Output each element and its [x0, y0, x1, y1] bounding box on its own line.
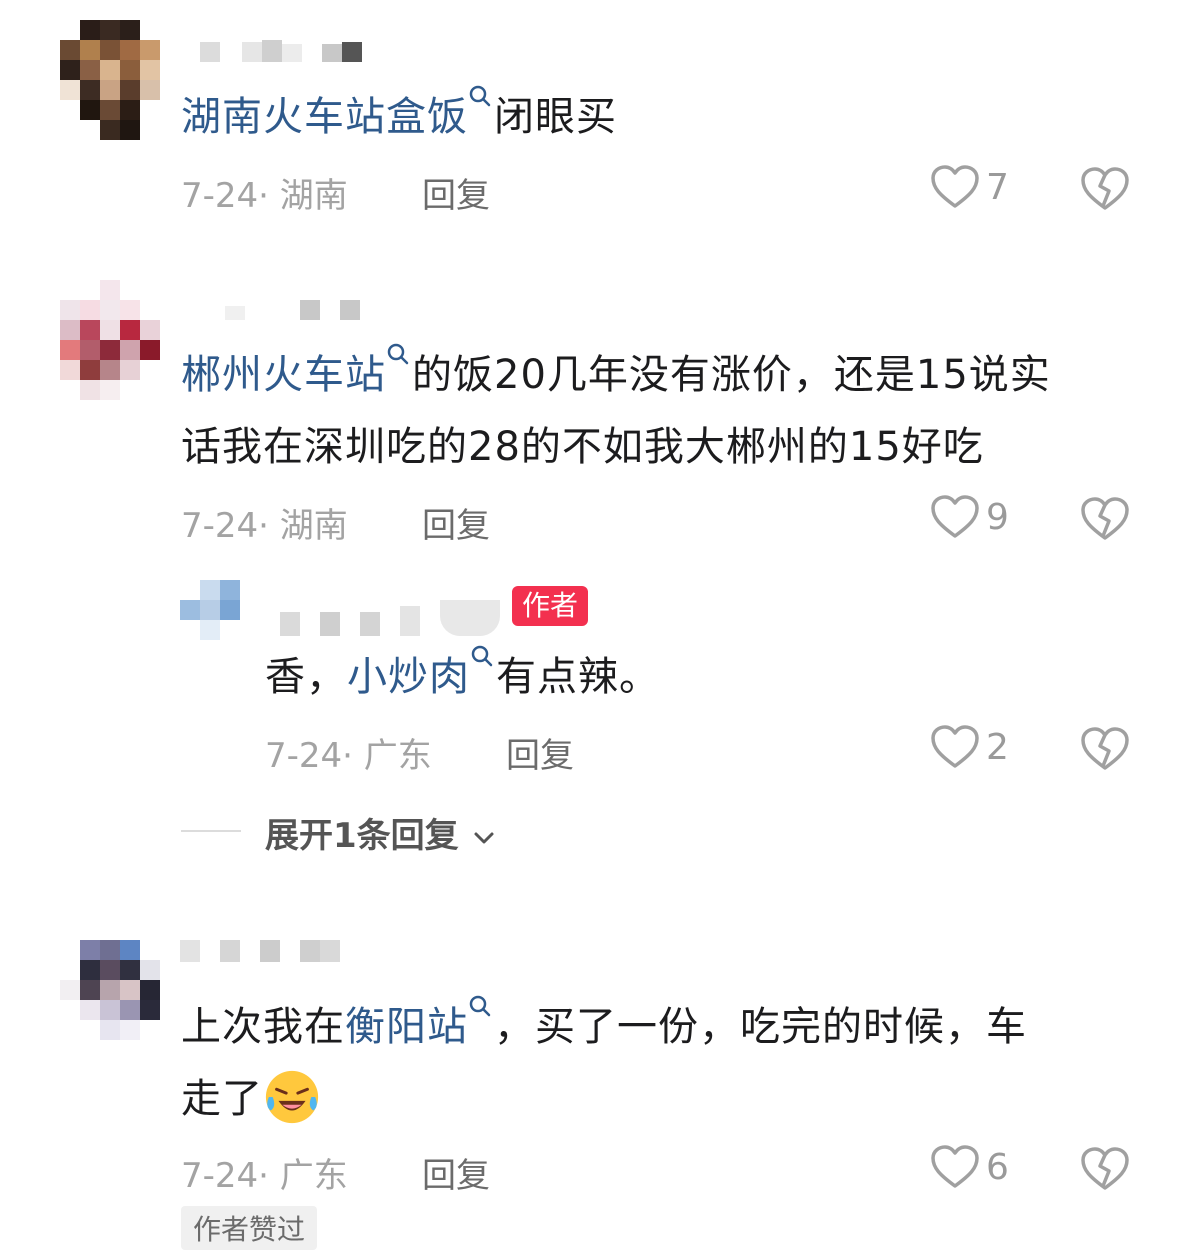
comment-text: 郴州火车站 的饭20几年没有涨价，还是15说实: [181, 340, 1051, 410]
comment-meta: 7-24· 广东: [181, 1156, 348, 1196]
heart-icon: [931, 1145, 979, 1188]
reply-button[interactable]: 回复: [422, 168, 490, 217]
search-link[interactable]: 衡阳站: [345, 995, 494, 1050]
avatar[interactable]: [60, 940, 160, 1040]
username-blurred[interactable]: [280, 600, 500, 636]
chevron-down-icon: [474, 832, 494, 843]
heart-icon: [931, 165, 979, 208]
reply-button[interactable]: 回复: [506, 728, 574, 777]
like-button[interactable]: 9: [930, 494, 1009, 540]
reply-button[interactable]: 回复: [422, 1148, 490, 1197]
like-count: 2: [986, 726, 1009, 768]
comment-meta: 7-24· 湖南: [181, 506, 348, 546]
broken-heart-icon[interactable]: [1080, 496, 1130, 542]
username-blurred[interactable]: [180, 940, 340, 962]
comment-text: 上次我在衡阳站 ，买了一份，吃完的时候，车: [181, 992, 1027, 1062]
search-icon: [468, 82, 494, 122]
like-button[interactable]: 2: [930, 724, 1009, 770]
search-link[interactable]: 湖南火车站盒饭: [181, 85, 494, 140]
username-blurred[interactable]: [225, 300, 360, 320]
avatar[interactable]: [60, 280, 160, 400]
like-button[interactable]: 7: [930, 164, 1009, 210]
like-count: 9: [986, 496, 1009, 538]
reply-text: 香，小炒肉 有点辣。: [265, 642, 660, 712]
like-count: 6: [986, 1146, 1009, 1188]
search-icon: [386, 340, 412, 380]
broken-heart-icon[interactable]: [1080, 1146, 1130, 1192]
like-count: 7: [986, 166, 1009, 208]
laughing-crying-emoji: [265, 1070, 319, 1124]
comment-text-line2: 走了: [181, 1064, 321, 1134]
reply-button[interactable]: 回复: [422, 498, 490, 547]
search-icon: [468, 992, 494, 1032]
like-button[interactable]: 6: [930, 1144, 1009, 1190]
username-blurred[interactable]: [200, 40, 362, 62]
search-icon: [470, 642, 496, 682]
heart-icon: [931, 725, 979, 768]
divider: [181, 830, 241, 832]
heart-icon: [931, 495, 979, 538]
comment-text-line2: 话我在深圳吃的28的不如我大郴州的15好吃: [181, 424, 984, 470]
avatar[interactable]: [60, 20, 160, 140]
author-liked-tag: 作者赞过: [181, 1206, 318, 1250]
author-badge: 作者: [512, 586, 589, 626]
avatar-author[interactable]: [180, 580, 240, 640]
comment-meta: 7-24· 湖南: [181, 176, 348, 216]
comment-meta: 7-24· 广东: [265, 736, 432, 776]
expand-replies-button[interactable]: 展开1条回复: [265, 808, 497, 857]
broken-heart-icon[interactable]: [1080, 726, 1130, 772]
search-link[interactable]: 郴州火车站: [181, 343, 412, 398]
search-link[interactable]: 小炒肉: [347, 645, 496, 700]
broken-heart-icon[interactable]: [1080, 166, 1130, 212]
comment-text: 湖南火车站盒饭 闭眼买: [181, 82, 617, 152]
